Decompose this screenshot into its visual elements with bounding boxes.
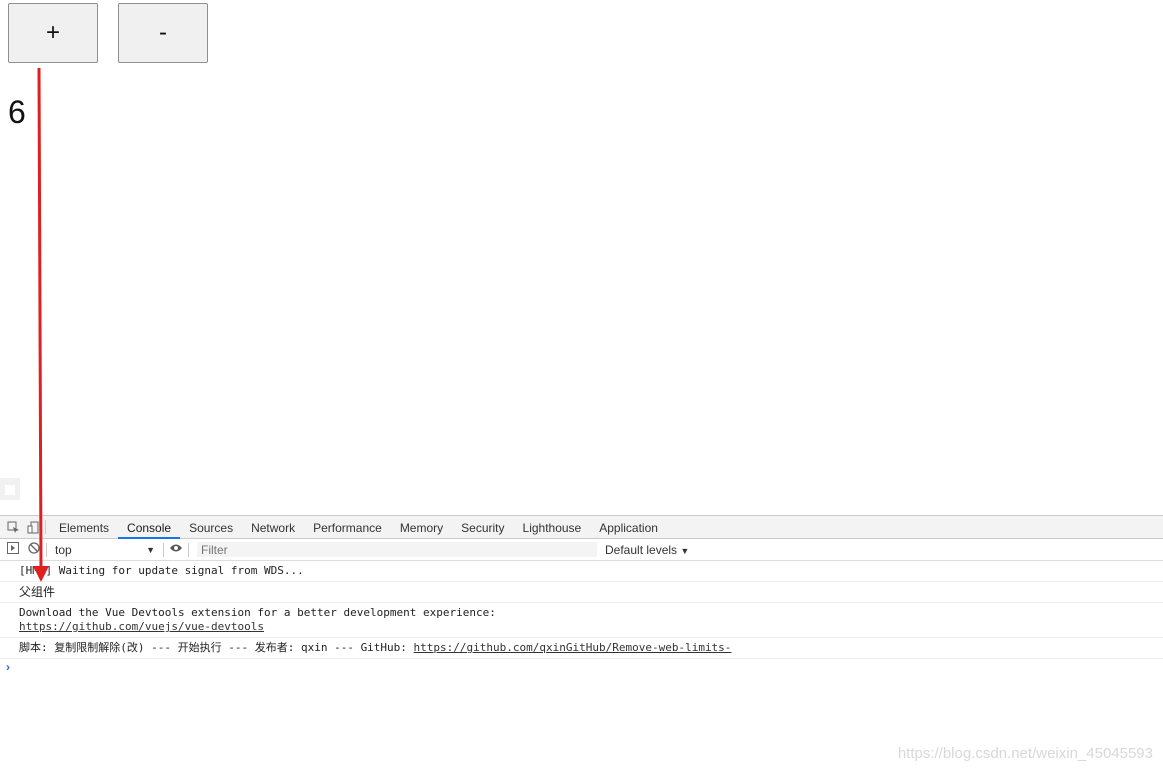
devtools-tabbar: Elements Console Sources Network Perform…	[0, 516, 1163, 539]
github-link[interactable]: https://github.com/qxinGitHub/Remove-web…	[414, 641, 732, 654]
levels-dropdown[interactable]: Default levels ▼	[605, 543, 689, 557]
clear-console-icon[interactable]	[26, 540, 42, 556]
console-message: Download the Vue Devtools extension for …	[0, 603, 1163, 638]
console-message: 父组件	[0, 582, 1163, 603]
decrement-button[interactable]: -	[118, 3, 208, 63]
toggle-handle[interactable]	[0, 478, 20, 500]
inspect-icon[interactable]	[5, 519, 21, 535]
counter-value: 6	[8, 94, 26, 130]
console-toolbar: top ▼ Default levels ▼	[0, 539, 1163, 561]
tab-performance[interactable]: Performance	[304, 517, 391, 538]
app-area: + - 6	[0, 0, 1163, 515]
chevron-down-icon: ▼	[146, 544, 155, 555]
context-selector[interactable]: top ▼	[51, 542, 159, 558]
devtools-panel: Elements Console Sources Network Perform…	[0, 515, 1163, 771]
tab-application[interactable]: Application	[590, 517, 667, 538]
toolbar-divider	[46, 542, 47, 557]
increment-button[interactable]: +	[8, 3, 98, 63]
context-value: top	[55, 542, 72, 557]
eye-icon[interactable]	[168, 540, 184, 556]
filter-input[interactable]	[197, 542, 597, 557]
levels-label: Default levels	[605, 542, 678, 557]
tab-network[interactable]: Network	[242, 517, 304, 538]
tab-memory[interactable]: Memory	[391, 517, 452, 538]
tab-sources[interactable]: Sources	[180, 517, 242, 538]
tab-elements[interactable]: Elements	[50, 517, 118, 538]
tab-console[interactable]: Console	[118, 517, 181, 539]
devtools-link[interactable]: https://github.com/vuejs/vue-devtools	[19, 620, 264, 633]
message-text: 脚本: 复制限制解除(改) --- 开始执行 --- 发布者: qxin ---…	[19, 641, 414, 654]
toolbar-divider	[163, 542, 164, 557]
console-prompt[interactable]: ›	[0, 659, 1163, 674]
tab-lighthouse[interactable]: Lighthouse	[514, 517, 591, 538]
tab-divider	[45, 520, 46, 534]
console-message: 脚本: 复制限制解除(改) --- 开始执行 --- 发布者: qxin ---…	[0, 638, 1163, 659]
console-message: [HMR] Waiting for update signal from WDS…	[0, 561, 1163, 582]
sidebar-toggle-icon[interactable]	[5, 540, 21, 556]
watermark: https://blog.csdn.net/weixin_45045593	[897, 745, 1153, 762]
toolbar-divider	[188, 542, 189, 557]
chevron-down-icon: ▼	[680, 545, 690, 556]
message-text: Download the Vue Devtools extension for …	[19, 606, 496, 619]
device-toolbar-icon[interactable]	[25, 519, 41, 535]
tab-security[interactable]: Security	[452, 517, 513, 538]
